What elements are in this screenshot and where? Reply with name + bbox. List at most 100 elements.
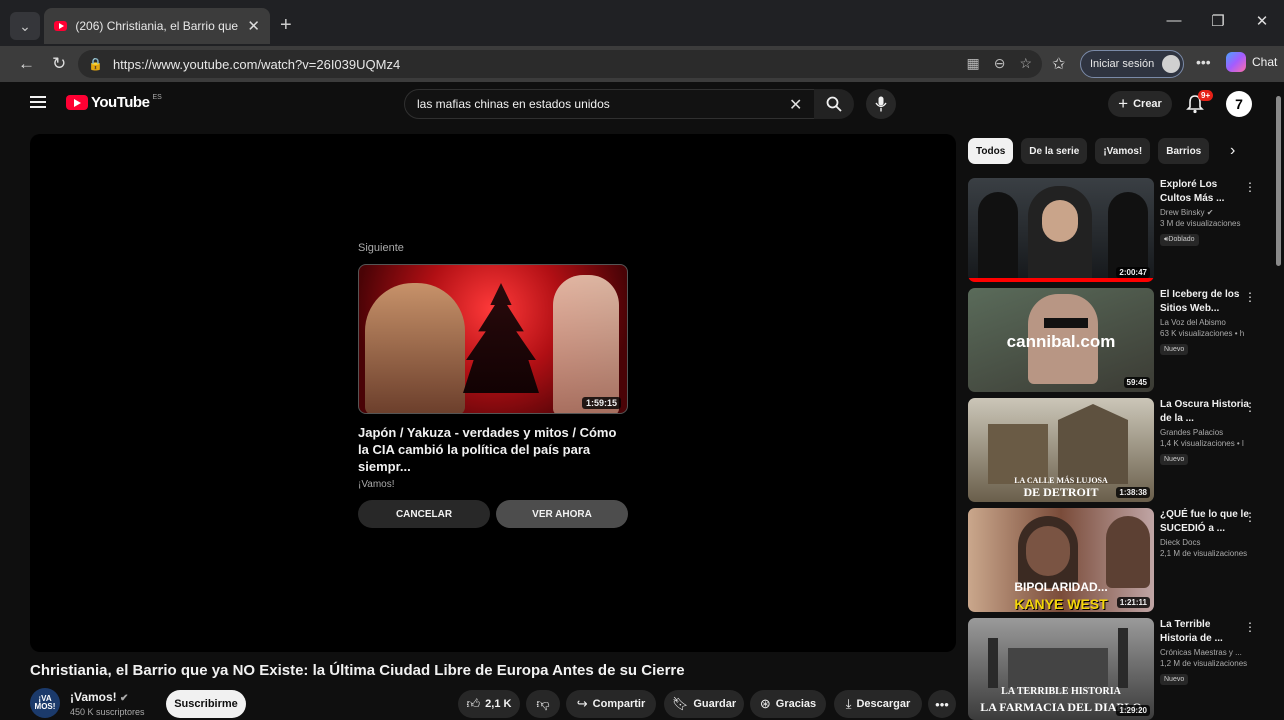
tab-list-button[interactable]: ⌄ (10, 12, 40, 40)
download-button[interactable]: ⤓ Descargar (834, 690, 922, 718)
new-tab-icon[interactable]: + (280, 14, 292, 37)
chip-barrios[interactable]: Barrios (1158, 138, 1210, 164)
watch-now-button[interactable]: VER AHORA (496, 500, 628, 528)
recommendation-duration: 2:00:47 (1116, 267, 1150, 278)
hamburger-menu-icon[interactable] (30, 96, 46, 108)
recommendation-title[interactable]: La Terrible Historia de ... (1160, 618, 1250, 646)
recommendation-thumbnail[interactable]: LA TERRIBLE HISTORIA LA FARMACIA DEL DIA… (968, 618, 1154, 720)
address-toolbar: ← ↻ 🔒 https://www.youtube.com/watch?v=26… (0, 46, 1284, 82)
more-vertical-icon[interactable]: ⋮ (1244, 180, 1256, 194)
close-window-icon[interactable]: ✕ (1240, 12, 1284, 30)
recommendation-title[interactable]: El Iceberg de los Sitios Web... (1160, 288, 1250, 316)
copilot-icon (1226, 52, 1246, 72)
youtube-play-icon (66, 95, 88, 110)
recommendation-thumbnail[interactable]: 2:00:47 (968, 178, 1154, 282)
recommendation-title[interactable]: La Oscura Historia de la ... (1160, 398, 1250, 426)
create-button[interactable]: + Crear (1108, 91, 1172, 117)
reload-icon[interactable]: ↻ (52, 54, 66, 74)
recommendation-views: 2,1 M de visualizaciones (1160, 549, 1248, 558)
restore-icon[interactable]: ❐ (1196, 12, 1240, 30)
logo-country: ES (152, 94, 162, 101)
thumbnail-pagoda (463, 283, 539, 393)
recommendation-item[interactable]: cannibal.com 59:45 El Iceberg de los Sit… (968, 288, 1258, 392)
upnext-duration: 1:59:15 (581, 397, 621, 409)
more-actions-button[interactable]: ••• (928, 690, 956, 718)
page-scrollbar[interactable] (1276, 96, 1281, 266)
upnext-channel: ¡Vamos! (358, 479, 395, 490)
thumbs-up-icon: 👍︎ (466, 696, 481, 711)
search-input[interactable] (417, 97, 777, 111)
dislike-button[interactable]: 👎︎ (526, 690, 560, 718)
channel-avatar[interactable]: ¡VA MOS! (30, 688, 60, 718)
back-arrow-icon[interactable]: ← (18, 54, 35, 74)
close-tab-icon[interactable]: ✕ (247, 17, 260, 35)
recommendation-channel: La Voz del Abismo (1160, 318, 1226, 327)
subscribe-button[interactable]: Suscribirme (166, 690, 246, 718)
like-count: 2,1 K (485, 698, 512, 710)
save-label: Guardar (693, 698, 737, 710)
user-avatar[interactable]: 7 (1226, 91, 1252, 117)
watch-progress-bar (968, 278, 1154, 282)
copilot-label: Chat (1252, 55, 1278, 69)
subscriber-count: 450 K suscriptores (70, 707, 145, 717)
recommendation-duration: 1:21:11 (1116, 597, 1150, 608)
thanks-button[interactable]: ⊛ Gracias (750, 690, 826, 718)
zoom-icon[interactable]: ⊖ (994, 55, 1006, 72)
recommendation-title[interactable]: ¿QUÉ fue lo que le SUCEDIÓ a ... (1160, 508, 1250, 536)
more-menu-icon[interactable]: ••• (1196, 54, 1211, 70)
recommendation-thumbnail[interactable]: cannibal.com 59:45 (968, 288, 1154, 392)
recommendation-item[interactable]: BIPOLARIDAD... KANYE WEST 1:21:11 ¿QUÉ f… (968, 508, 1258, 612)
chip-vamos[interactable]: ¡Vamos! (1095, 138, 1151, 164)
upnext-card: Siguiente 1:59:15 Japón / Yakuza - verda… (358, 242, 630, 528)
thumbnail-text: LA CALLE MÁS LUJOSA (1014, 476, 1108, 485)
like-button[interactable]: 👍︎ 2,1 K (458, 690, 520, 718)
signin-label: Iniciar sesión (1090, 58, 1155, 70)
more-horizontal-icon: ••• (935, 696, 949, 712)
chip-series[interactable]: De la serie (1021, 138, 1088, 164)
recommendation-duration: 1:29:20 (1116, 705, 1150, 716)
more-vertical-icon[interactable]: ⋮ (1244, 400, 1256, 414)
recommendation-title[interactable]: Exploré Los Cultos Más ... (1160, 178, 1250, 206)
share-button[interactable]: ↪ Compartir (566, 690, 656, 718)
more-vertical-icon[interactable]: ⋮ (1244, 620, 1256, 634)
voice-search-button[interactable] (866, 89, 896, 119)
minimize-icon[interactable]: — (1152, 12, 1196, 30)
save-button[interactable]: 🔖︎ Guardar (664, 690, 744, 718)
plus-icon: + (1118, 94, 1129, 113)
youtube-logo[interactable]: YouTube ES (66, 94, 162, 111)
recommendation-item[interactable]: 2:00:47 Exploré Los Cultos Más ... Drew … (968, 178, 1258, 282)
recommendation-thumbnail[interactable]: BIPOLARIDAD... KANYE WEST 1:21:11 (968, 508, 1154, 612)
browser-tabbar: ⌄ (206) Christiania, el Barrio que ya N … (0, 0, 1284, 46)
cancel-button[interactable]: CANCELAR (358, 500, 490, 528)
favorite-star-icon[interactable]: ☆ (1019, 55, 1032, 72)
signin-button[interactable]: Iniciar sesión (1080, 50, 1184, 78)
window-controls: — ❐ ✕ (1152, 12, 1284, 30)
recommendation-info: Exploré Los Cultos Más ... Drew Binsky ✔… (1160, 178, 1250, 246)
thumbnail-figure (553, 275, 619, 413)
notification-count-badge: 9+ (1198, 90, 1214, 101)
recommendation-thumbnail[interactable]: LA CALLE MÁS LUJOSA DE DETROIT 1:38:38 (968, 398, 1154, 502)
upnext-title[interactable]: Japón / Yakuza - verdades y mitos / Cómo… (358, 424, 630, 475)
video-player[interactable]: Siguiente 1:59:15 Japón / Yakuza - verda… (30, 134, 956, 652)
app-grid-icon[interactable]: ▦ (966, 55, 979, 72)
url-bar[interactable]: 🔒 https://www.youtube.com/watch?v=26I039… (78, 50, 1042, 78)
recommendation-channel: Grandes Palacios (1160, 428, 1224, 437)
upnext-thumbnail[interactable]: 1:59:15 (358, 264, 628, 414)
more-vertical-icon[interactable]: ⋮ (1244, 510, 1256, 524)
channel-name[interactable]: ¡Vamos! ✔ (70, 690, 128, 704)
recommendation-item[interactable]: LA CALLE MÁS LUJOSA DE DETROIT 1:38:38 L… (968, 398, 1258, 502)
favorites-icon[interactable]: ✩ (1052, 54, 1065, 74)
search-button[interactable] (814, 89, 854, 119)
filter-chips: Todos De la serie ¡Vamos! Barrios (968, 138, 1210, 164)
recommendation-item[interactable]: LA TERRIBLE HISTORIA LA FARMACIA DEL DIA… (968, 618, 1258, 720)
thumbnail-figure (365, 283, 465, 413)
upnext-label: Siguiente (358, 242, 404, 254)
browser-tab[interactable]: (206) Christiania, el Barrio que ya N ✕ (44, 8, 270, 44)
more-vertical-icon[interactable]: ⋮ (1244, 290, 1256, 304)
clear-search-icon[interactable]: ✕ (789, 95, 802, 115)
upnext-actions: CANCELAR VER AHORA (358, 500, 630, 528)
recommendation-views: 3 M de visualizaciones (1160, 219, 1241, 228)
chevron-right-icon[interactable]: › (1230, 142, 1235, 160)
copilot-button[interactable]: Chat (1226, 52, 1277, 72)
chip-all[interactable]: Todos (968, 138, 1014, 164)
